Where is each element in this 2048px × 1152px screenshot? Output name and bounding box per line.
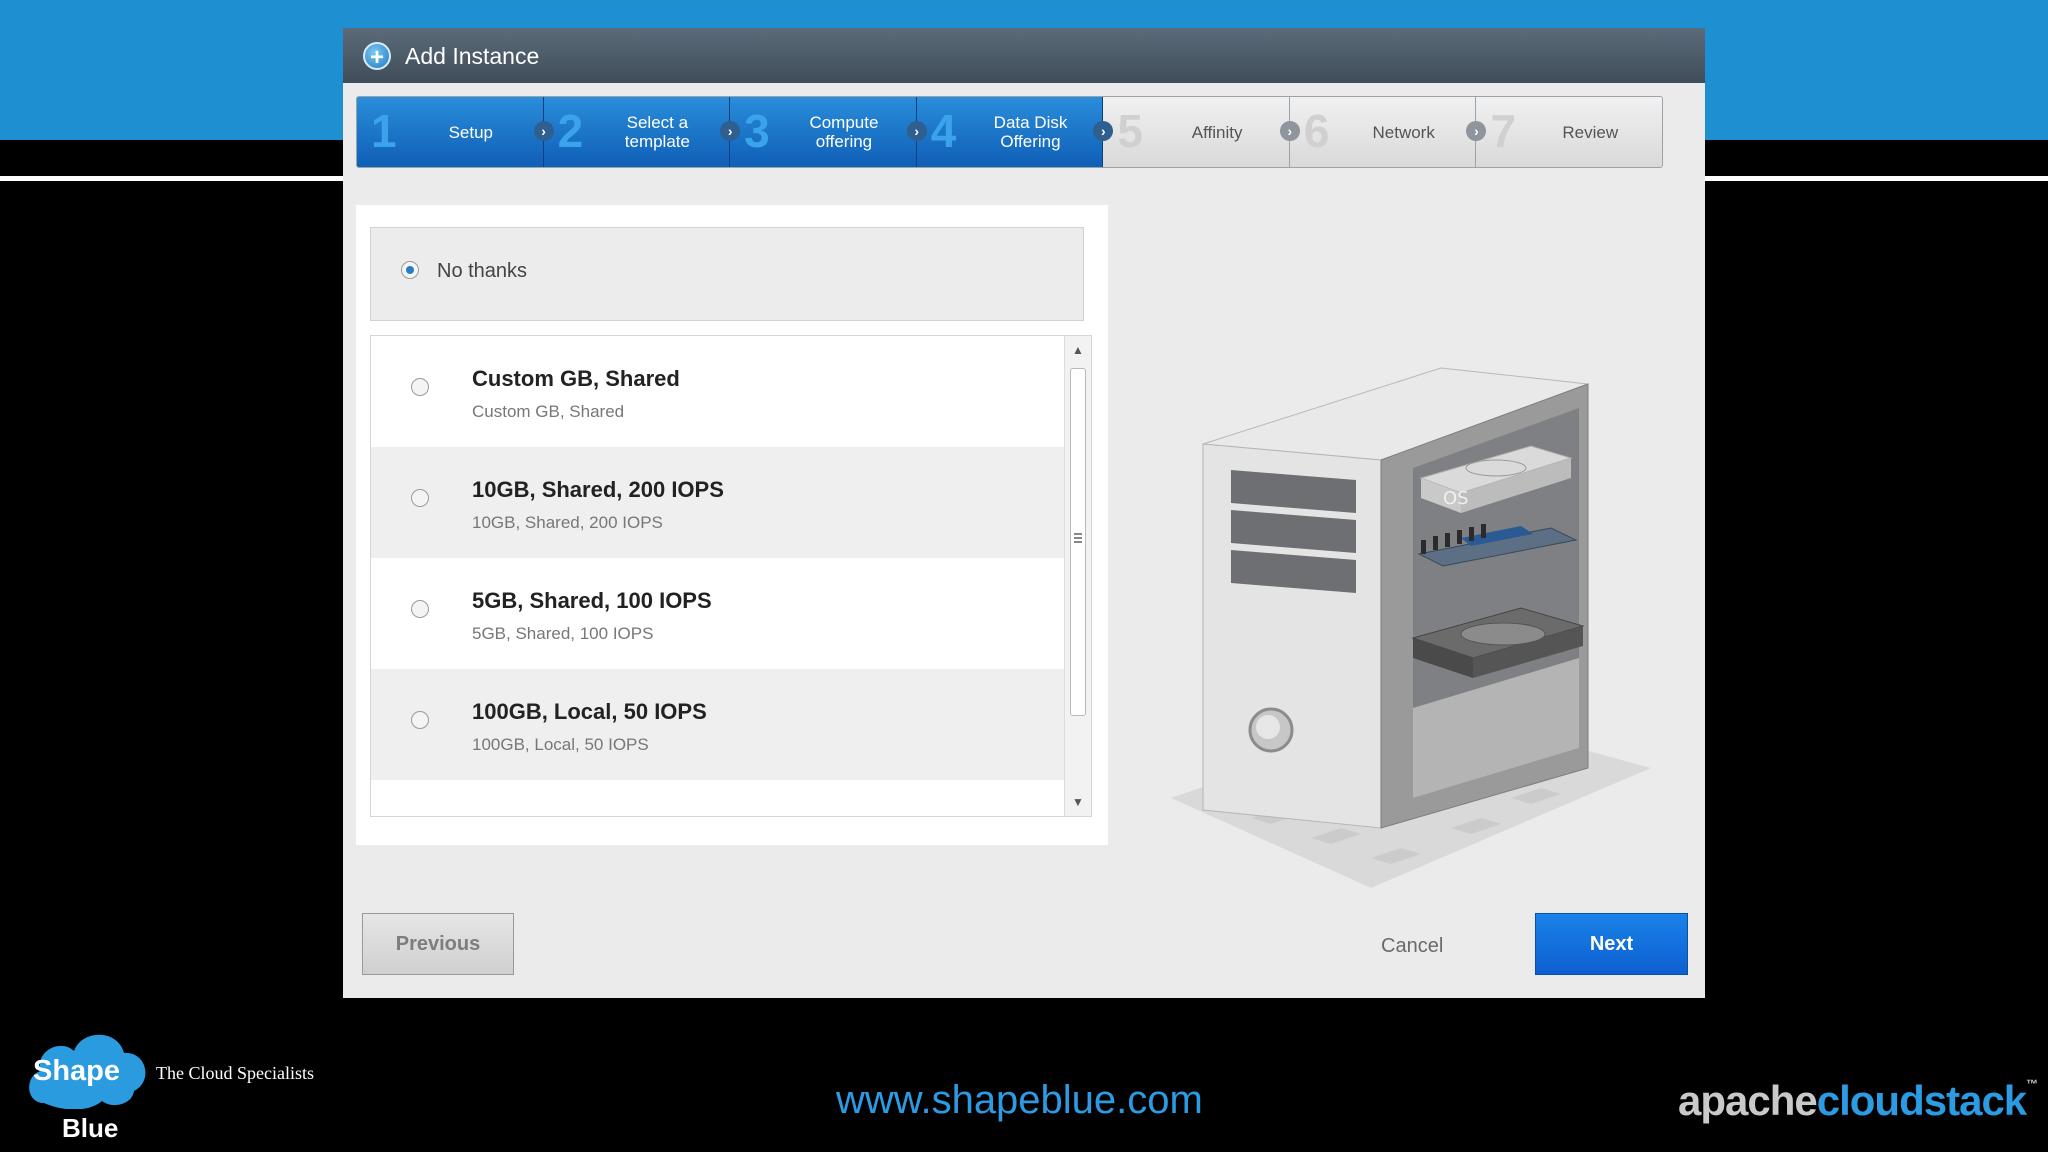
disk-offering-panel: No thanks Custom GB, Shared Custom GB, S…: [356, 205, 1108, 845]
chevron-right-icon: ›: [533, 121, 554, 141]
cloudstack-brand: apachecloudstack™: [1678, 1077, 2038, 1125]
step-number: 2: [557, 105, 584, 157]
dialog-header: + Add Instance: [343, 28, 1705, 83]
offering-radio[interactable]: [411, 600, 429, 618]
step-number: 4: [930, 105, 957, 157]
list-item[interactable]: 10GB, Shared, 200 IOPS 10GB, Shared, 200…: [371, 447, 1066, 558]
wizard-steps: 1 Setup › 2 Select a template › 3 Comput…: [356, 96, 1663, 168]
shapeblue-logo: Shape Blue The Cloud Specialists: [22, 1025, 342, 1145]
offering-radio[interactable]: [411, 489, 429, 507]
step-label: Compute offering: [809, 113, 879, 151]
disk-offering-list: Custom GB, Shared Custom GB, Shared 10GB…: [370, 335, 1092, 817]
no-thanks-label: No thanks: [437, 260, 528, 282]
step-data-disk-offering[interactable]: 4 Data Disk Offering ›: [916, 97, 1114, 167]
chevron-right-icon: ›: [906, 121, 927, 141]
list-scrollbar[interactable]: ▲ ▼: [1064, 336, 1091, 816]
offering-title: 100GB, Local, 50 IOPS: [472, 699, 707, 724]
step-select-template[interactable]: 2 Select a template ›: [543, 97, 741, 167]
list-item[interactable]: 100GB, Local, 50 IOPS 100GB, Local, 50 I…: [371, 669, 1066, 780]
no-thanks-radio[interactable]: [401, 261, 419, 279]
logo-tagline: The Cloud Specialists: [156, 1063, 314, 1083]
grip-icon: [1074, 533, 1082, 545]
list-item[interactable]: Custom GB, Shared Custom GB, Shared: [371, 336, 1066, 447]
plus-circle-icon: +: [363, 42, 391, 71]
offering-title: 10GB, Shared, 200 IOPS: [472, 477, 724, 502]
step-review[interactable]: 7 Review: [1476, 97, 1662, 167]
step-label: Data Disk Offering: [993, 113, 1068, 151]
step-number: 5: [1117, 105, 1143, 157]
list-item[interactable]: 5GB, Shared, 100 IOPS 5GB, Shared, 100 I…: [371, 558, 1066, 669]
offering-subtitle: Custom GB, Shared: [472, 402, 625, 421]
scroll-down-arrow-icon[interactable]: ▼: [1065, 792, 1091, 812]
step-number: 1: [371, 105, 397, 157]
step-number: 3: [744, 105, 770, 157]
no-thanks-option[interactable]: No thanks: [370, 227, 1084, 321]
step-label: Affinity: [1191, 122, 1243, 142]
offering-radio[interactable]: [411, 711, 429, 729]
brand-text-cloudstack: cloudstack: [1816, 1077, 2027, 1124]
next-button[interactable]: Next: [1535, 913, 1688, 975]
add-instance-dialog: + Add Instance 1 Setup › 2 Select a temp…: [343, 28, 1705, 998]
step-network[interactable]: 6 Network ›: [1289, 97, 1487, 167]
offering-subtitle: 5GB, Shared, 100 IOPS: [472, 624, 654, 643]
chevron-right-icon: ›: [1279, 121, 1300, 141]
trademark-symbol: ™: [2026, 1077, 2038, 1091]
server-illustration: OS: [1171, 367, 1651, 888]
scroll-thumb[interactable]: [1070, 368, 1086, 716]
offering-subtitle: 100GB, Local, 50 IOPS: [472, 735, 649, 754]
previous-button[interactable]: Previous: [362, 913, 514, 975]
offering-radio[interactable]: [411, 378, 429, 396]
brand-text-apache: apache: [1678, 1077, 1818, 1124]
step-number: 6: [1303, 105, 1330, 157]
offering-subtitle: 10GB, Shared, 200 IOPS: [472, 513, 663, 532]
os-disk-label: OS: [1443, 488, 1469, 509]
step-label: Setup: [448, 122, 493, 142]
cancel-button[interactable]: Cancel: [1381, 935, 1443, 958]
step-setup[interactable]: 1 Setup ›: [357, 97, 554, 167]
offering-title: Custom GB, Shared: [472, 366, 680, 391]
dialog-title: Add Instance: [405, 43, 540, 69]
footer-url: www.shapeblue.com: [836, 1078, 1203, 1122]
step-affinity[interactable]: 5 Affinity ›: [1103, 97, 1300, 167]
scroll-up-arrow-icon[interactable]: ▲: [1065, 340, 1091, 360]
logo-text-blue: Blue: [62, 1113, 119, 1143]
logo-text-shape: Shape: [33, 1055, 121, 1087]
step-compute-offering[interactable]: 3 Compute offering ›: [730, 97, 927, 167]
step-label: Review: [1562, 122, 1619, 142]
offering-title: 5GB, Shared, 100 IOPS: [472, 588, 712, 613]
step-label: Select a template: [624, 113, 690, 151]
step-label: Network: [1372, 122, 1435, 142]
step-number: 7: [1490, 105, 1517, 157]
